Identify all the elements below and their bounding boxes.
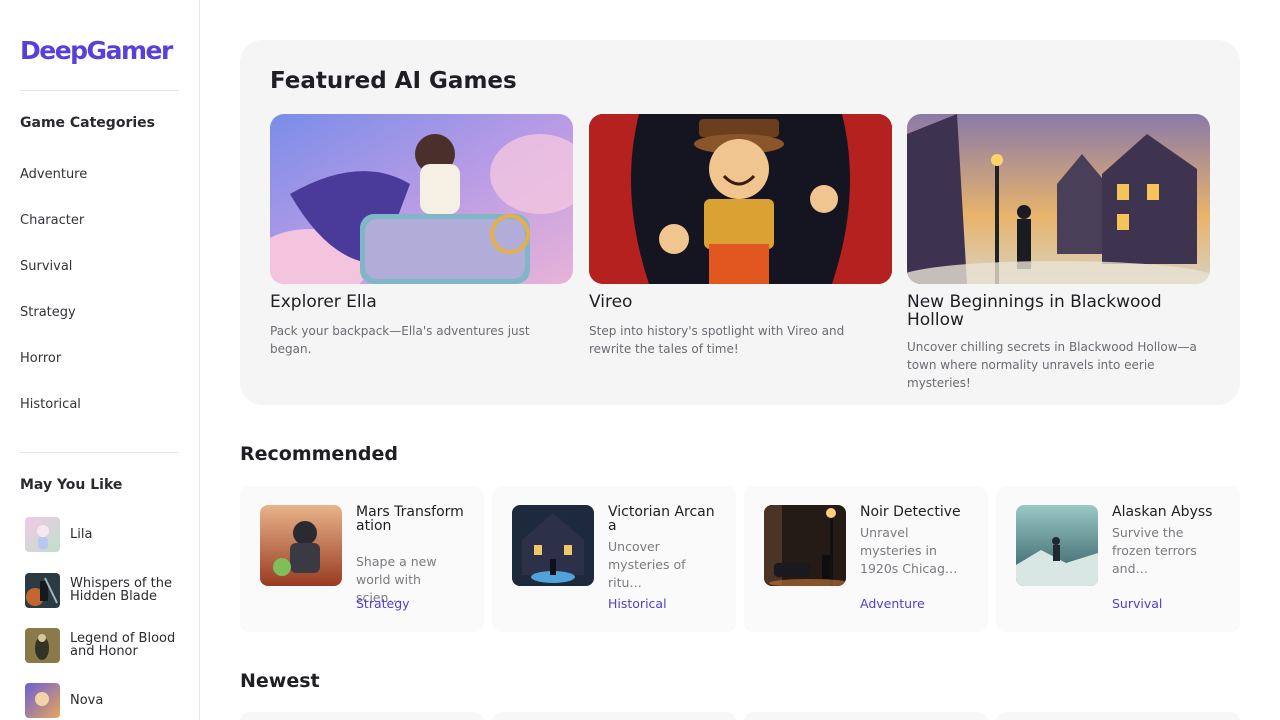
rec-card-noir-detective[interactable]: Noir Detective Unravel mysteries in 1920… bbox=[744, 486, 988, 632]
rec-card-desc: Unravel mysteries in 1920s Chicag… bbox=[860, 525, 958, 576]
sidebar-divider bbox=[20, 90, 179, 91]
rec-card-desc: Survive the frozen terrors and… bbox=[1112, 525, 1197, 576]
newest-card[interactable] bbox=[240, 712, 484, 720]
rec-card-category-tag[interactable]: Historical bbox=[608, 596, 667, 611]
sidebar: DeepGamer Game Categories Adventure Char… bbox=[0, 0, 200, 720]
rec-card-category-tag[interactable]: Survival bbox=[1112, 596, 1162, 611]
sidebar-divider bbox=[20, 452, 179, 453]
newest-card[interactable] bbox=[492, 712, 736, 720]
like-thumb-image bbox=[25, 627, 60, 663]
category-horror[interactable]: Horror bbox=[20, 351, 61, 366]
like-item-whispers[interactable]: Whispers of the Hidden Blade bbox=[25, 572, 185, 608]
like-item-legend[interactable]: Legend of Blood and Honor bbox=[25, 627, 185, 663]
newest-title: Newest bbox=[240, 670, 320, 692]
featured-section: Featured AI Games Explorer Ella Pack you… bbox=[240, 40, 1240, 405]
rec-card-image bbox=[512, 505, 594, 586]
featured-card-desc: Uncover chilling secrets in Blackwood Ho… bbox=[907, 340, 1197, 390]
category-historical[interactable]: Historical bbox=[20, 397, 81, 412]
featured-card-blackwood-hollow[interactable]: New Beginnings in Blackwood Hollow Uncov… bbox=[907, 114, 1210, 392]
featured-card-image bbox=[589, 114, 892, 284]
categories-heading: Game Categories bbox=[20, 115, 155, 131]
newest-card[interactable] bbox=[744, 712, 988, 720]
like-thumb-image bbox=[25, 682, 60, 718]
category-strategy[interactable]: Strategy bbox=[20, 305, 76, 320]
like-label: Lila bbox=[70, 526, 93, 542]
like-thumb-image bbox=[25, 572, 60, 608]
rec-card-title: Victorian Arcana bbox=[608, 504, 715, 534]
rec-card-title: Alaskan Abyss bbox=[1112, 504, 1213, 520]
like-item-lila[interactable]: Lila bbox=[25, 516, 185, 552]
featured-card-title: Vireo bbox=[589, 292, 633, 312]
featured-card-desc: Step into history's spotlight with Vireo… bbox=[589, 324, 845, 356]
category-character[interactable]: Character bbox=[20, 213, 84, 228]
like-label: Nova bbox=[70, 692, 104, 708]
rec-card-mars-transformation[interactable]: Mars Transformation Shape a new world wi… bbox=[240, 486, 484, 632]
may-you-like-heading: May You Like bbox=[20, 477, 123, 493]
recommended-title: Recommended bbox=[240, 443, 398, 465]
rec-card-title: Mars Transformation bbox=[356, 504, 464, 534]
rec-card-image bbox=[1016, 505, 1098, 586]
featured-card-desc: Pack your backpack—Ella's adventures jus… bbox=[270, 324, 530, 356]
newest-card[interactable] bbox=[996, 712, 1240, 720]
rec-card-image bbox=[764, 505, 846, 586]
featured-card-explorer-ella[interactable]: Explorer Ella Pack your backpack—Ella's … bbox=[270, 114, 573, 358]
featured-card-title: Explorer Ella bbox=[270, 292, 377, 312]
rec-card-alaskan-abyss[interactable]: Alaskan Abyss Survive the frozen terrors… bbox=[996, 486, 1240, 632]
featured-card-title: New Beginnings in Blackwood Hollow bbox=[907, 292, 1162, 330]
featured-card-vireo[interactable]: Vireo Step into history's spotlight with… bbox=[589, 114, 892, 358]
featured-title: Featured AI Games bbox=[270, 68, 517, 94]
category-adventure[interactable]: Adventure bbox=[20, 167, 87, 182]
category-survival[interactable]: Survival bbox=[20, 259, 72, 274]
rec-card-victorian-arcana[interactable]: Victorian Arcana Uncover mysteries of ri… bbox=[492, 486, 736, 632]
brand-logo[interactable]: DeepGamer bbox=[20, 36, 173, 65]
like-item-nova[interactable]: Nova bbox=[25, 682, 185, 718]
like-thumb-image bbox=[25, 516, 60, 552]
featured-card-image bbox=[270, 114, 573, 284]
rec-card-title: Noir Detective bbox=[860, 504, 961, 520]
rec-card-category-tag[interactable]: Adventure bbox=[860, 596, 925, 611]
like-label: Whispers of the Hidden Blade bbox=[70, 576, 172, 604]
rec-card-category-tag[interactable]: Strategy bbox=[356, 596, 410, 611]
featured-card-image bbox=[907, 114, 1210, 284]
like-label: Legend of Blood and Honor bbox=[70, 631, 176, 659]
rec-card-desc: Uncover mysteries of ritu… bbox=[608, 539, 686, 590]
rec-card-image bbox=[260, 505, 342, 586]
